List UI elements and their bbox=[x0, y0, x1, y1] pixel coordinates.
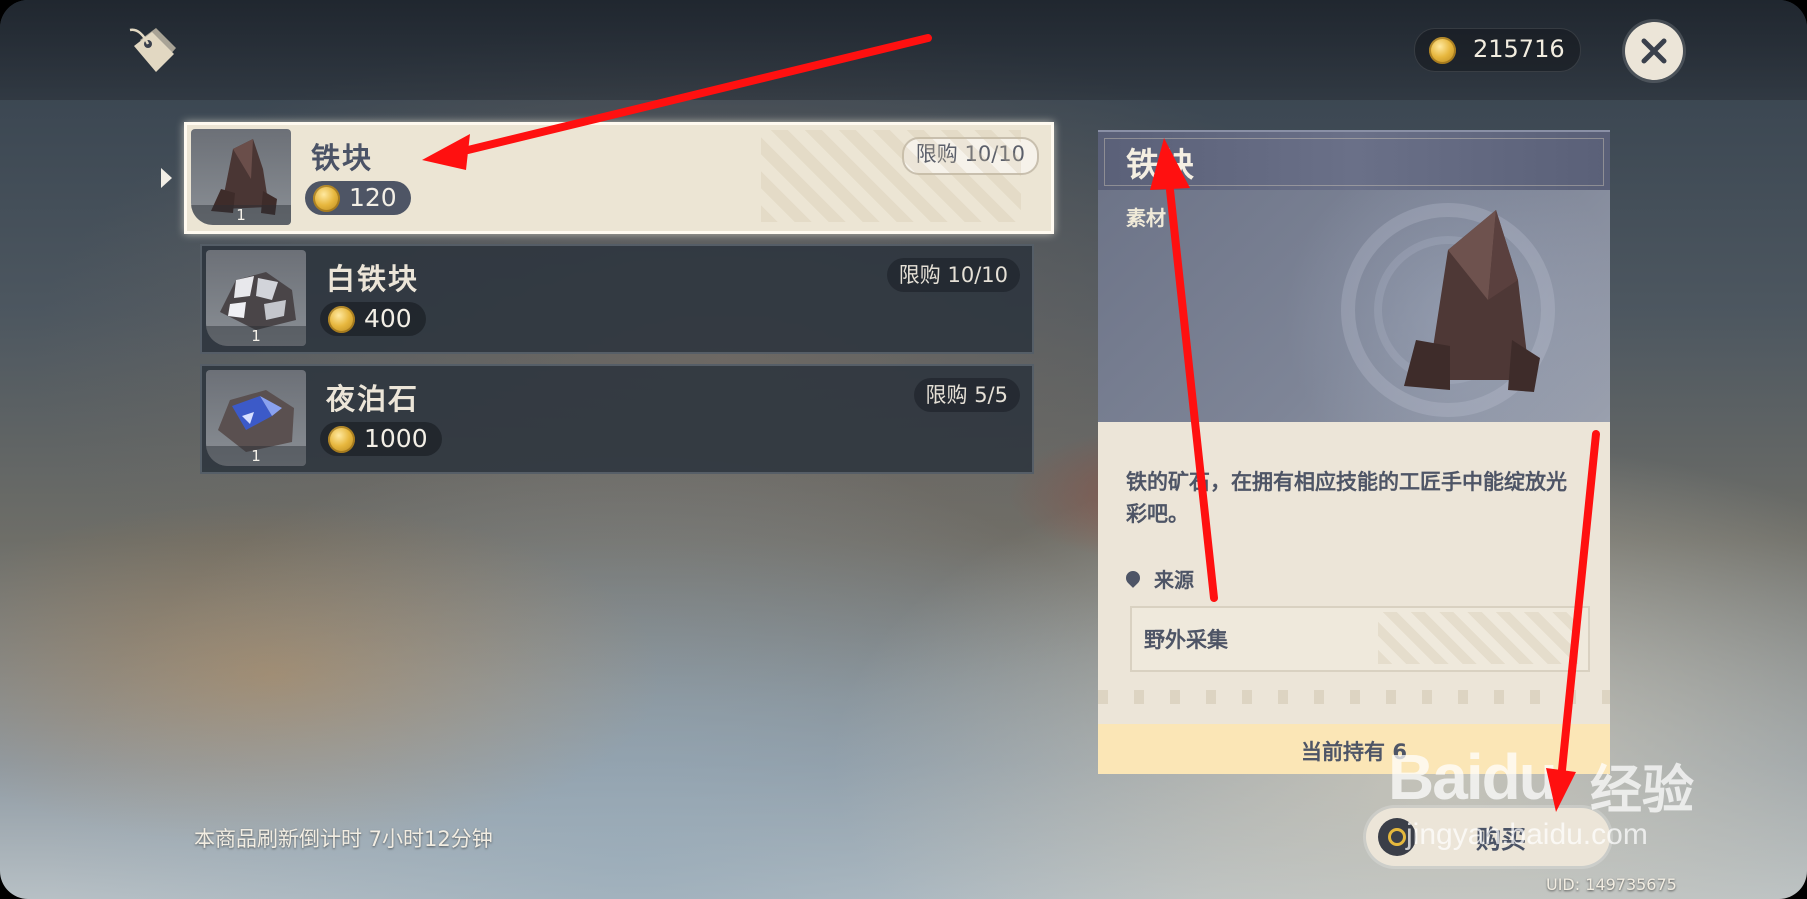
detail-description: 铁的矿石，在拥有相应技能的工匠手中能绽放光彩吧。 bbox=[1126, 470, 1567, 526]
item-price: 120 bbox=[305, 181, 411, 215]
shop-screen: 215716 1 铁块 120 限购 10/10 1 白铁块 400 限购 10… bbox=[0, 0, 1807, 899]
shop-item-iron-chunk[interactable]: 1 铁块 120 限购 10/10 bbox=[184, 122, 1054, 234]
item-name: 夜泊石 bbox=[326, 382, 420, 416]
baidu-watermark: Baidu 经验 jingyan.baidu.com bbox=[1388, 710, 1718, 860]
item-quantity: 1 bbox=[206, 446, 306, 466]
mora-coin-icon bbox=[313, 185, 340, 212]
purchase-limit-badge: 限购 10/10 bbox=[886, 258, 1020, 292]
detail-title: 铁块 bbox=[1126, 145, 1196, 184]
selection-indicator-icon bbox=[161, 168, 172, 188]
source-entry[interactable]: 野外采集 bbox=[1130, 606, 1590, 672]
watermark-cn: 经验 bbox=[1590, 761, 1695, 821]
item-thumbnail: 1 bbox=[206, 370, 306, 466]
purchase-limit-badge: 限购 10/10 bbox=[901, 137, 1039, 175]
source-label: 来源 bbox=[1123, 564, 1194, 593]
item-name: 铁块 bbox=[311, 141, 374, 175]
item-detail-panel: 铁块 素材 铁的矿石，在拥有相应技能的工匠手中能绽放光彩吧。 来源 野外采集 当… bbox=[1098, 130, 1610, 774]
close-icon bbox=[1641, 38, 1667, 64]
close-button[interactable] bbox=[1625, 22, 1683, 80]
detail-header: 铁块 bbox=[1098, 130, 1610, 192]
item-quantity: 1 bbox=[206, 326, 306, 346]
item-price: 400 bbox=[320, 302, 426, 336]
item-name: 白铁块 bbox=[326, 262, 420, 296]
item-thumbnail: 1 bbox=[206, 250, 306, 346]
purchase-limit-badge: 限购 5/5 bbox=[913, 378, 1020, 412]
location-pin-icon bbox=[1123, 568, 1143, 588]
uid-label: UID: 149735675 bbox=[1546, 875, 1677, 894]
item-price: 1000 bbox=[320, 422, 442, 456]
mora-coin-icon bbox=[328, 306, 355, 333]
currency-display: 215716 bbox=[1414, 28, 1581, 72]
refresh-countdown: 本商品刷新倒计时 7小时12分钟 bbox=[194, 827, 493, 851]
item-thumbnail: 1 bbox=[191, 129, 291, 225]
shop-item-white-iron-chunk[interactable]: 1 白铁块 400 限购 10/10 bbox=[200, 244, 1034, 354]
shop-item-noctilucous-jade[interactable]: 1 夜泊石 1000 限购 5/5 bbox=[200, 364, 1034, 474]
mora-coin-icon bbox=[328, 426, 355, 453]
mora-coin-icon bbox=[1429, 37, 1456, 64]
item-quantity: 1 bbox=[191, 205, 291, 225]
iron-ore-icon bbox=[1341, 203, 1555, 417]
detail-image: 素材 bbox=[1098, 190, 1610, 422]
detail-divider bbox=[1098, 690, 1610, 704]
currency-value: 215716 bbox=[1473, 35, 1565, 63]
watermark-url: jingyan.baidu.com bbox=[1406, 818, 1648, 851]
source-text: 野外采集 bbox=[1144, 628, 1228, 652]
watermark-brand: Baidu bbox=[1388, 741, 1558, 813]
shop-tag-icon bbox=[126, 20, 186, 80]
